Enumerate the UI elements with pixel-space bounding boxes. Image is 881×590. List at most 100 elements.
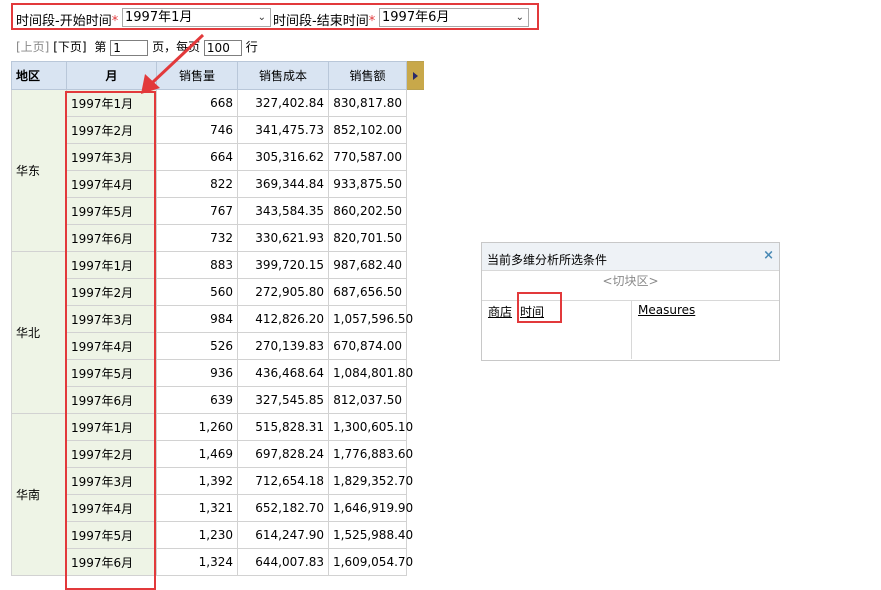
table-row: 华东 1997年1月 668 327,402.84 830,817.80 [11,89,425,252]
start-time-select[interactable]: 1997年1月 ⌄ [122,8,271,27]
next-page-link[interactable]: [下页] [53,40,86,54]
panel-header: 当前多维分析所选条件 × [482,243,779,271]
month-cell: 1997年4月 [66,170,157,198]
filler-cell [407,117,425,144]
qty-cell: 1,321 [156,494,238,522]
amount-cell: 770,587.00 [328,143,407,171]
qty-cell: 1,230 [156,521,238,549]
month-cell: 1997年4月 [66,332,157,360]
caret-right-icon [413,71,418,80]
month-cell: 1997年3月 [66,467,157,495]
cost-cell: 270,139.83 [237,332,329,360]
region-cell[interactable]: 华南 [11,413,67,576]
cost-cell: 652,182.70 [237,494,329,522]
amount-cell: 987,682.40 [328,251,407,279]
qty-cell: 639 [156,386,238,414]
dimension-area: 商店 时间 Measures [482,292,779,359]
page-number-input[interactable] [110,39,149,56]
month-cell: 1997年3月 [66,143,157,171]
header-region[interactable]: 地区 [11,61,67,90]
prev-page-link: [上页] [16,40,50,54]
amount-cell: 820,701.50 [328,224,407,252]
region-cell[interactable]: 华北 [11,251,67,414]
month-cell: 1997年2月 [66,440,157,468]
cost-cell: 697,828.24 [237,440,329,468]
amount-cell: 860,202.50 [328,197,407,225]
table-row: 1997年5月 936 436,468.64 1,084,801.80 [12,359,425,387]
qty-cell: 1,260 [156,413,238,441]
cost-cell: 343,584.35 [237,197,329,225]
qty-cell: 746 [156,116,238,144]
amount-cell: 1,525,988.40 [328,521,413,549]
cost-cell: 712,654.18 [237,467,329,495]
table-row: 1997年6月 732 330,621.93 820,701.50 [12,224,425,252]
cost-cell: 644,007.83 [237,548,329,576]
end-time-select[interactable]: 1997年6月 ⌄ [379,8,529,27]
filler-cell [407,198,425,225]
amount-cell: 812,037.50 [328,386,407,414]
cost-cell: 327,402.84 [237,89,329,117]
amount-cell: 1,829,352.70 [328,467,413,495]
table-row: 华南 1997年1月 1,260 515,828.31 1,300,605.10 [11,413,425,576]
month-cell: 1997年5月 [66,197,157,225]
selected-conditions-panel: 当前多维分析所选条件 × <切块区> 商店 时间 Measures [481,242,780,361]
cost-cell: 515,828.31 [237,413,329,441]
month-cell: 1997年5月 [66,359,157,387]
table-row: 1997年2月 746 341,475.73 852,102.00 [12,116,425,144]
month-cell: 1997年6月 [66,224,157,252]
dim-measures[interactable]: Measures [638,303,695,317]
table-row: 华北 1997年1月 883 399,720.15 987,682.40 [11,251,425,414]
qty-cell: 936 [156,359,238,387]
month-cell: 1997年1月 [66,89,157,117]
amount-cell: 852,102.00 [328,116,407,144]
table-row: 1997年6月 1,324 644,007.83 1,609,054.70 [12,548,425,576]
header-qty[interactable]: 销售量 [156,61,238,90]
qty-cell: 883 [156,251,238,279]
filler-cell [407,333,425,360]
table-row: 1997年4月 822 369,344.84 933,875.50 [12,170,425,198]
cost-cell: 412,826.20 [237,305,329,333]
table-row: 1997年4月 1,321 652,182.70 1,646,919.90 [12,494,425,522]
region-cell[interactable]: 华东 [11,89,67,252]
amount-cell: 1,609,054.70 [328,548,413,576]
month-cell: 1997年1月 [66,251,157,279]
amount-cell: 933,875.50 [328,170,407,198]
cost-cell: 614,247.90 [237,521,329,549]
table-row: 1997年4月 526 270,139.83 670,874.00 [12,332,425,360]
amount-cell: 670,874.00 [328,332,407,360]
olap-table: 地区 月 销售量 销售成本 销售额 华东 1997年1月 668 327,402.84… [11,61,424,590]
header-amount[interactable]: 销售额 [328,61,407,90]
month-cell: 1997年4月 [66,494,157,522]
amount-cell: 1,057,596.50 [328,305,413,333]
month-cell: 1997年6月 [66,548,157,576]
page-suffix: 页，每页 [152,40,201,54]
filler-cell [407,171,425,198]
header-month[interactable]: 月 [66,61,157,90]
qty-cell: 526 [156,332,238,360]
dim-store[interactable]: 商店 [488,303,512,320]
expand-columns-button[interactable] [406,61,424,90]
panel-title: 当前多维分析所选条件 [487,253,608,267]
amount-cell: 1,776,883.60 [328,440,413,468]
cost-cell: 341,475.73 [237,116,329,144]
close-icon[interactable]: × [763,248,774,263]
column-dimensions: Measures [632,301,779,359]
table-row: 1997年5月 767 343,584.35 860,202.50 [12,197,425,225]
filler-cell [407,252,425,279]
qty-cell: 664 [156,143,238,171]
qty-cell: 767 [156,197,238,225]
time-dim-highlight [517,292,562,323]
chevron-down-icon: ⌄ [515,12,524,23]
qty-cell: 732 [156,224,238,252]
qty-cell: 560 [156,278,238,306]
qty-cell: 984 [156,305,238,333]
header-cost[interactable]: 销售成本 [237,61,329,90]
qty-cell: 1,469 [156,440,238,468]
table-row: 1997年3月 1,392 712,654.18 1,829,352.70 [12,467,425,495]
cost-cell: 330,621.93 [237,224,329,252]
time-filter-bar: 时间段-开始时间* 1997年1月 ⌄ 时间段-结束时间* 1997年6月 ⌄ [11,3,539,30]
amount-cell: 1,084,801.80 [328,359,413,387]
qty-cell: 822 [156,170,238,198]
rows-per-page-input[interactable] [203,39,242,56]
pager: [上页] [下页] 第 页，每页 行 [16,38,258,56]
